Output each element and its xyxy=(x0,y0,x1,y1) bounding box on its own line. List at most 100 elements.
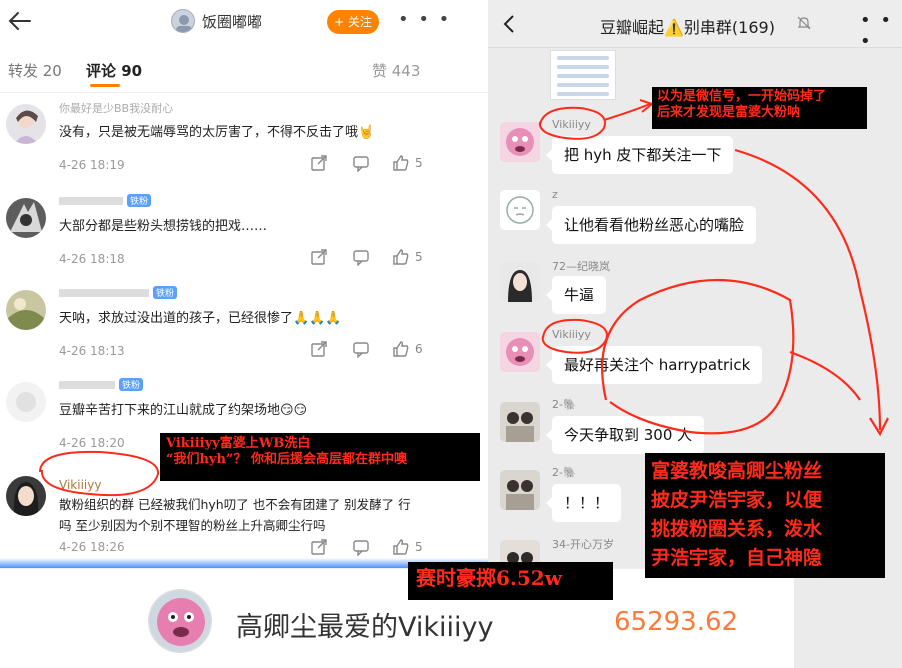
annotation-note: 富婆教唆高卿尘粉丝 披皮尹浩宇家，以便 挑拨粉圈关系，泼水 尹浩宇家，自己神隐 xyxy=(645,453,885,578)
fan-name: 高卿尘最爱的Vikiiiyy xyxy=(236,612,494,643)
comment-time: 4-26 18:26 xyxy=(59,540,125,554)
like-count: 5 xyxy=(415,250,423,264)
chat-title-bar: 豆瓣崛起⚠️别串群(169) • • • xyxy=(488,0,902,52)
comment-text: 豆瓣辛苦打下来的江山就成了约架场地😏😏 xyxy=(59,403,308,418)
commenter-name[interactable]: Vikiiiyy xyxy=(59,478,101,492)
commenter-name[interactable]: 铁粉 xyxy=(59,194,152,208)
sender-name[interactable]: 2-🐘 xyxy=(552,466,577,479)
comment-actions: 5 xyxy=(310,248,430,268)
thumbs-up-icon[interactable] xyxy=(392,248,410,266)
comment-icon[interactable] xyxy=(352,340,370,358)
tab-repost[interactable]: 转发 20 xyxy=(8,60,62,81)
annotation-line: Vikiiiyy富婆上WB洗白 xyxy=(166,436,311,451)
sender-avatar[interactable] xyxy=(500,332,540,372)
thumbs-up-icon[interactable] xyxy=(392,154,410,172)
commenter-name[interactable]: 铁粉 xyxy=(59,286,178,300)
sender-avatar[interactable] xyxy=(500,122,540,162)
sender-name[interactable]: 34-开心万岁 xyxy=(552,536,614,552)
share-icon[interactable] xyxy=(310,248,328,266)
weibo-top-bar: 饭圈嘟嘟 + 关注 • • • xyxy=(0,0,488,44)
sender-avatar[interactable] xyxy=(500,190,540,230)
fan-badge: 铁粉 xyxy=(119,378,144,391)
divider xyxy=(0,92,488,93)
chat-background-edge xyxy=(794,568,902,668)
comment-icon[interactable] xyxy=(352,248,370,266)
sender-avatar[interactable] xyxy=(500,470,540,510)
chat-title: 豆瓣崛起⚠️别串群(169) xyxy=(600,18,775,37)
annotation-line: “我们hyh”？ 你和后援会高层都在群中噢 xyxy=(166,451,407,467)
tab-comment[interactable]: 评论 90 xyxy=(86,60,142,81)
commenter-name[interactable]: 你最好是少BB我没耐心 xyxy=(59,100,173,116)
comment-actions: 6 xyxy=(310,340,430,360)
comment-actions: 5 xyxy=(310,154,430,174)
comment-time: 4-26 18:20 xyxy=(59,436,125,450)
comment-item: 铁粉 天呐，求放过没出道的孩子，已经很惨了🙏🙏🙏 4-26 18:13 6 xyxy=(0,282,488,374)
message-bubble[interactable]: 让他看看他粉丝恶心的嘴脸 xyxy=(545,206,757,244)
top-fan-strip: 高卿尘最爱的Vikiiiyy 65293.62 xyxy=(0,568,794,668)
comment-tabs: 转发 20 评论 90 赞 443 xyxy=(0,56,488,87)
comment-actions: 5 xyxy=(310,538,430,558)
comment-text: 没有，只是被无端辱骂的太厉害了，不得不反击了哦🤘 xyxy=(59,125,375,140)
more-icon[interactable]: • • • xyxy=(860,10,902,52)
active-tab-indicator xyxy=(90,84,120,87)
share-icon[interactable] xyxy=(310,154,328,172)
comment-item: 铁粉 大部分都是些粉头想捞钱的把戏…… 4-26 18:18 5 xyxy=(0,190,488,282)
comment-icon[interactable] xyxy=(352,154,370,172)
back-chevron-icon[interactable] xyxy=(502,14,516,34)
comment-time: 4-26 18:18 xyxy=(59,252,125,266)
commenter-avatar[interactable] xyxy=(6,476,46,516)
annotation-line: 后来才发现是富婆大粉呐 xyxy=(657,104,801,120)
tab-like[interactable]: 赞 443 xyxy=(372,60,420,81)
comment-icon[interactable] xyxy=(352,538,370,556)
mute-bell-icon xyxy=(797,16,811,30)
annotation-line: 尹浩宇家，自己神隐 xyxy=(651,547,823,569)
annotation-note: 以为是微信号，一开始码掉了 后来才发现是富婆大粉呐 xyxy=(652,87,867,129)
weibo-comment-screen: 饭圈嘟嘟 + 关注 • • • 转发 20 评论 90 赞 443 你最好是少B… xyxy=(0,0,488,568)
commenter-avatar[interactable] xyxy=(6,198,46,238)
commenter-avatar[interactable] xyxy=(6,290,46,330)
comment-text: 散粉组织的群 已经被我们hyh叨了 也不会有团建了 别发酵了 行吗 至少别因为个… xyxy=(59,497,411,533)
annotation-line: 富婆教唆高卿尘粉丝 xyxy=(651,460,823,482)
share-icon[interactable] xyxy=(310,538,328,556)
like-count: 5 xyxy=(415,156,423,170)
message-bubble[interactable]: 牛逼 xyxy=(545,276,607,314)
sender-avatar[interactable] xyxy=(500,262,540,302)
thumbs-up-icon[interactable] xyxy=(392,340,410,358)
fan-badge: 铁粉 xyxy=(127,194,152,207)
comment-text: 大部分都是些粉头想捞钱的把戏…… xyxy=(59,219,268,234)
commenter-name[interactable]: 铁粉 xyxy=(59,378,144,392)
sender-name[interactable]: 72—纪晓岚 xyxy=(552,258,610,274)
sender-name[interactable]: Vikiiiyy xyxy=(552,328,591,341)
annotation-line: 挑拨粉圈关系，泼水 xyxy=(651,518,823,540)
annotation-line: 以为是微信号，一开始码掉了 xyxy=(657,89,827,104)
share-icon[interactable] xyxy=(310,340,328,358)
comment-text: 天呐，求放过没出道的孩子，已经很惨了🙏🙏🙏 xyxy=(59,311,342,326)
comment-item: Vikiiiyy 散粉组织的群 已经被我们hyh叨了 也不会有团建了 别发酵了 … xyxy=(0,468,488,564)
annotation-note: Vikiiiyy富婆上WB洗白 “我们hyh”？ 你和后援会高层都在群中噢 xyxy=(160,433,480,481)
message-bubble[interactable]: 今天争取到 300 人 xyxy=(545,416,705,454)
sender-name[interactable]: z xyxy=(552,188,558,201)
like-count: 6 xyxy=(415,342,423,356)
thumbs-up-icon[interactable] xyxy=(392,538,410,556)
commenter-avatar[interactable] xyxy=(6,382,46,422)
message-bubble[interactable]: 最好再关注个 harrypatrick xyxy=(545,346,763,384)
poster-name[interactable]: 饭圈嘟嘟 xyxy=(202,11,262,32)
message-bubble[interactable]: 把 hyh 皮下都关注一下 xyxy=(545,136,734,174)
donation-amount: 65293.62 xyxy=(614,607,739,637)
sender-name[interactable]: Vikiiiyy xyxy=(552,118,591,131)
annotation-line: 披皮尹浩宇家，以便 xyxy=(651,489,823,511)
sender-name[interactable]: 2-🐘 xyxy=(552,398,577,411)
follow-button[interactable]: + 关注 xyxy=(327,10,379,34)
fan-avatar[interactable] xyxy=(148,589,212,653)
sender-avatar[interactable] xyxy=(500,402,540,442)
poster-avatar[interactable] xyxy=(171,9,195,33)
shared-screenshot-thumbnail[interactable] xyxy=(550,50,616,100)
annotation-note: 赛时豪掷6.52w xyxy=(408,562,613,600)
more-icon[interactable]: • • • xyxy=(398,9,451,30)
comment-time: 4-26 18:19 xyxy=(59,158,125,172)
message-bubble[interactable]: ！！！ xyxy=(545,484,622,522)
back-arrow-icon[interactable] xyxy=(6,8,32,34)
fan-badge: 铁粉 xyxy=(153,286,178,299)
comment-time: 4-26 18:13 xyxy=(59,344,125,358)
commenter-avatar[interactable] xyxy=(6,104,46,144)
